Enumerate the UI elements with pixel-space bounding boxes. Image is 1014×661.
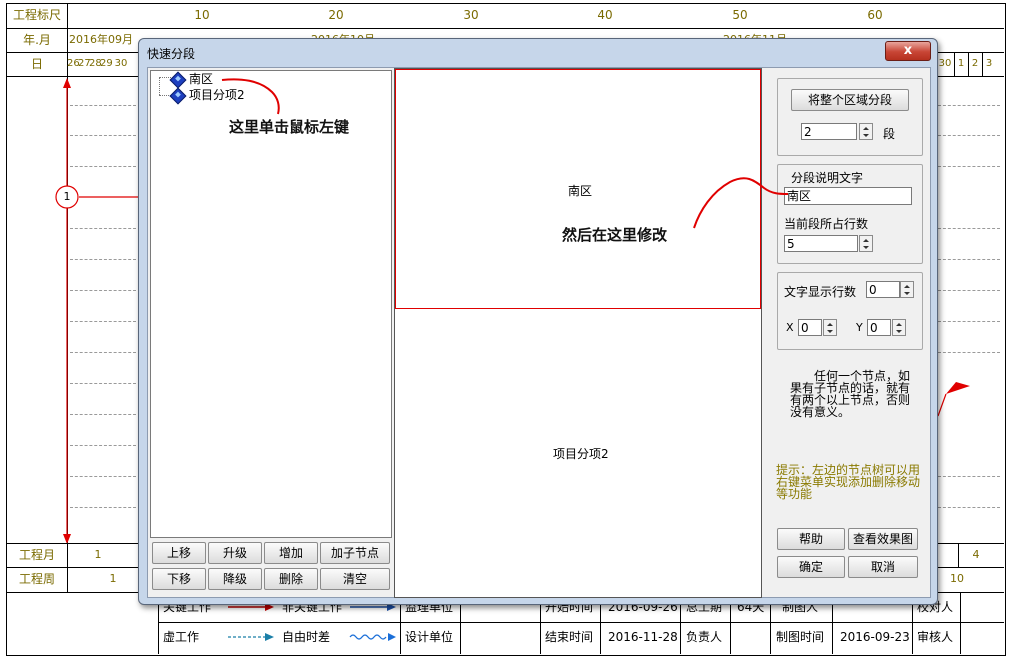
segment-group: 将整个区域分段 2 段 <box>777 78 923 156</box>
x-input[interactable]: 0 <box>798 319 822 336</box>
float-wave-icon <box>349 633 396 641</box>
add-button[interactable]: 增加 <box>264 542 318 564</box>
month-row-label: 年.月 <box>23 33 51 47</box>
day-cell: 3 <box>985 58 993 69</box>
rows-label: 当前段所占行数 <box>784 217 869 231</box>
legend-draw-time-value: 2016-09-23 <box>840 630 910 644</box>
node-tree[interactable]: 南区 项目分项2 <box>150 70 392 538</box>
legend-design: 设计单位 <box>405 630 454 644</box>
ruler-tick: 50 <box>732 8 748 22</box>
ruler-label: 工程标尺 <box>12 8 61 22</box>
segments-spinner[interactable] <box>859 123 873 140</box>
divider <box>954 52 955 76</box>
move-up-button[interactable]: 上移 <box>152 542 206 564</box>
preview-section-label: 南区 <box>568 184 593 198</box>
segment-preview[interactable]: 南区 项目分项2 <box>394 68 762 598</box>
annotation-right: 然后在这里修改 <box>562 226 668 244</box>
bottom-week-cell: 10 <box>950 572 964 585</box>
legend-end-value: 2016-11-28 <box>608 630 678 644</box>
day-cell: 27 <box>78 58 91 69</box>
segment-all-button[interactable]: 将整个区域分段 <box>791 89 909 111</box>
display-group: 文字显示行数 0 X 0 Y 0 <box>777 272 923 350</box>
bottom-month-cell: 1 <box>94 548 102 561</box>
add-child-button[interactable]: 加子节点 <box>320 542 390 564</box>
legend-draw-time-label: 制图时间 <box>776 630 825 644</box>
hint-text: 提示：左边的节点树可以用右键菜单实现添加删除移动等功能 <box>776 463 921 501</box>
month-cell: 2016年09月 <box>69 33 133 46</box>
flag-icon <box>937 382 970 417</box>
day-cell: 2 <box>971 58 979 69</box>
day-cell: 1 <box>957 58 965 69</box>
bottom-week-cell: 1 <box>109 572 117 585</box>
section-arrow <box>55 78 145 544</box>
day-cell: 29 <box>100 58 113 69</box>
day-cell: 26 <box>67 58 80 69</box>
preview-section-label: 项目分项2 <box>553 447 609 461</box>
x-label: X <box>786 321 794 334</box>
y-spinner[interactable] <box>892 319 906 336</box>
ruler-tick: 20 <box>328 8 344 22</box>
display-rows-label: 文字显示行数 <box>784 285 857 299</box>
promote-button[interactable]: 升级 <box>208 542 262 564</box>
legend-end-label: 结束时间 <box>545 630 594 644</box>
display-rows-input[interactable]: 0 <box>866 281 900 298</box>
legend-owner: 负责人 <box>686 630 723 644</box>
x-spinner[interactable] <box>823 319 837 336</box>
description-input[interactable]: 南区 <box>784 187 912 205</box>
bottom-month-cell: 4 <box>972 548 980 561</box>
description-group: 分段说明文字 南区 当前段所占行数 5 <box>777 164 923 264</box>
legend-float: 自由时差 <box>282 630 331 644</box>
ruler-tick: 30 <box>463 8 479 22</box>
display-rows-spinner[interactable] <box>900 281 914 298</box>
dialog-client: 南区 项目分项2 上移 升级 增加 加子节点 下移 降级 删除 清空 南区 项目… <box>147 67 931 598</box>
preview-section[interactable]: 项目分项2 <box>395 309 761 597</box>
annotation-stroke <box>221 78 280 115</box>
info-text: 任何一个节点，如果有子节点的话，就有有两个以上节点，否则没有意义。 <box>790 369 911 419</box>
segments-input[interactable]: 2 <box>801 123 857 140</box>
segments-unit: 段 <box>883 127 896 141</box>
ok-button[interactable]: 确定 <box>777 556 845 578</box>
y-label: Y <box>856 321 863 334</box>
annotation-left: 这里单击鼠标左键 <box>229 118 350 136</box>
divider <box>968 52 969 76</box>
ruler-tick: 40 <box>597 8 613 22</box>
day-cell: 30 <box>938 58 952 69</box>
node-number: 1 <box>63 190 71 203</box>
day-row-label: 日 <box>30 57 43 71</box>
move-down-button[interactable]: 下移 <box>152 568 206 590</box>
legend-virtual: 虚工作 <box>163 630 200 644</box>
clear-button[interactable]: 清空 <box>320 568 390 590</box>
rows-spinner[interactable] <box>859 235 873 252</box>
demote-button[interactable]: 降级 <box>208 568 262 590</box>
description-group-title: 分段说明文字 <box>791 171 864 185</box>
close-button[interactable]: x <box>885 41 931 61</box>
annotation-stroke <box>693 177 789 229</box>
y-input[interactable]: 0 <box>867 319 891 336</box>
virtual-arrow-icon <box>228 633 274 641</box>
bottom-month-label: 工程月 <box>18 548 55 562</box>
day-cell: 28 <box>89 58 102 69</box>
divider <box>6 28 1004 29</box>
view-effect-button[interactable]: 查看效果图 <box>848 528 918 550</box>
day-cell: 30 <box>114 58 128 69</box>
divider <box>982 52 983 76</box>
close-icon: x <box>903 43 913 58</box>
legend-reviewer: 审核人 <box>917 630 954 644</box>
help-button[interactable]: 帮助 <box>777 528 845 550</box>
cancel-button[interactable]: 取消 <box>848 556 918 578</box>
tree-node-label: 南区 <box>189 72 214 86</box>
bottom-week-label: 工程周 <box>18 572 55 586</box>
tree-node[interactable]: 南区 <box>189 71 213 87</box>
ruler-tick: 60 <box>867 8 883 22</box>
dialog-title: 快速分段 <box>147 47 196 61</box>
ruler-tick: 10 <box>194 8 210 22</box>
rows-input[interactable]: 5 <box>784 235 858 252</box>
delete-button[interactable]: 删除 <box>264 568 318 590</box>
node-icon <box>169 71 187 89</box>
node-icon <box>169 87 187 105</box>
